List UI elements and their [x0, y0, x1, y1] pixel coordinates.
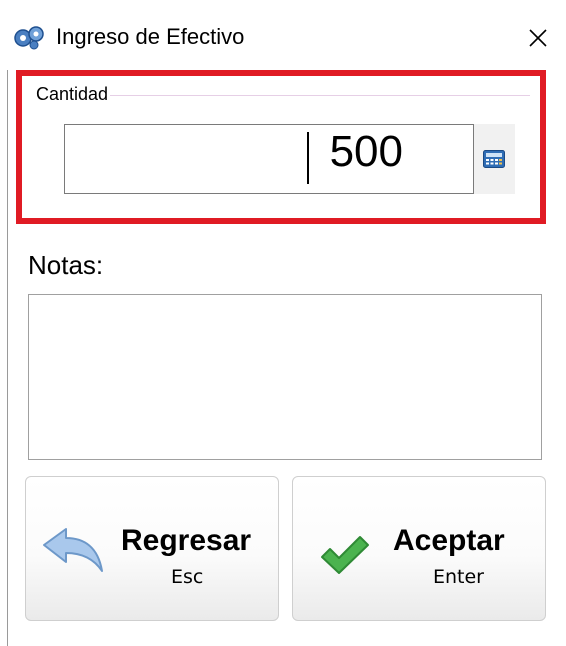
back-arrow-icon [43, 528, 103, 572]
window-title: Ingreso de Efectivo [56, 24, 245, 49]
checkmark-icon [321, 536, 369, 574]
quantity-group-border [36, 95, 530, 96]
quantity-group-label: Cantidad [36, 84, 111, 105]
quantity-input[interactable] [64, 124, 474, 194]
notes-textarea[interactable] [28, 294, 542, 460]
back-button-shortcut: Esc [171, 566, 204, 588]
cash-entry-dialog: Ingreso de Efectivo Cantidad 500 Notas: … [0, 0, 566, 646]
quantity-value[interactable]: 500 [330, 127, 403, 177]
accept-button-label: Aceptar [393, 524, 505, 557]
notes-label: Notas: [28, 250, 104, 280]
title-bar: Ingreso de Efectivo [0, 0, 566, 70]
back-button-label: Regresar [121, 524, 252, 557]
accept-button[interactable]: Aceptar Enter [292, 476, 546, 621]
gears-icon [14, 26, 44, 50]
accept-button-shortcut: Enter [433, 566, 484, 588]
calculator-icon[interactable] [483, 150, 505, 168]
text-caret [307, 132, 309, 184]
close-icon[interactable] [524, 24, 552, 52]
back-button[interactable]: Regresar Esc [25, 476, 279, 621]
window-left-border [7, 70, 8, 646]
